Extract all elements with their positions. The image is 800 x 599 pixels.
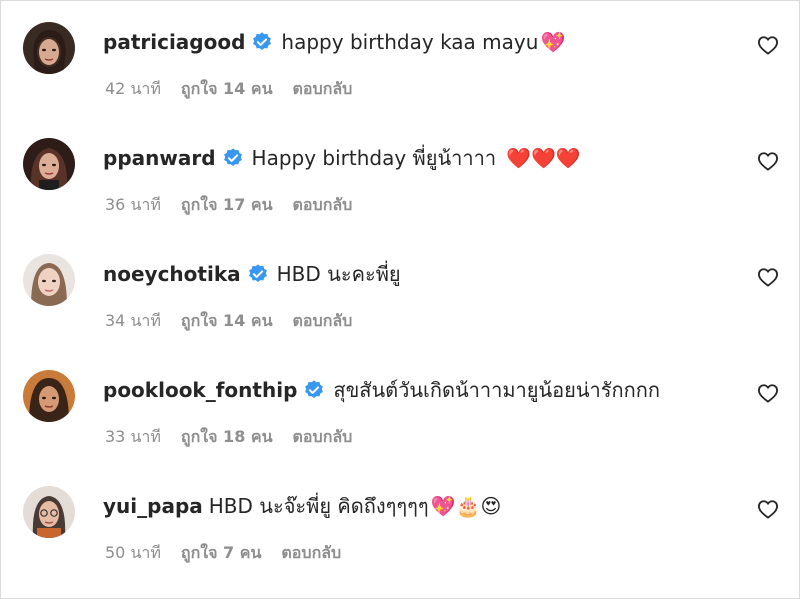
comment-time: 42 นาที — [105, 79, 161, 98]
comment-text: Happy birthday พี่ยูน้าาาา — [251, 146, 497, 170]
verified-badge-icon — [222, 147, 244, 169]
comment-item: ppanward Happy birthday พี่ยูน้าาาา ❤️❤️… — [1, 117, 799, 233]
comment-likes[interactable]: ถูกใจ 14 คน — [181, 77, 273, 102]
heart-outline-icon[interactable] — [757, 267, 779, 287]
avatar[interactable] — [23, 370, 75, 422]
heart-outline-icon[interactable] — [757, 499, 779, 519]
username-link[interactable]: patriciagood — [103, 30, 245, 54]
comment-text: HBD นะคะพี่ยู — [276, 262, 401, 286]
username-link[interactable]: ppanward — [103, 146, 216, 170]
comment-time: 34 นาที — [105, 311, 161, 330]
comment-meta: 42 นาที ถูกใจ 14 คน ตอบกลับ — [105, 77, 372, 102]
username-link[interactable]: yui_papa — [103, 494, 203, 518]
comment-text: HBD นะจ๊ะพี่ยู คิดถึงๆๆๆๆ — [208, 494, 429, 518]
comment-text: happy birthday kaa mayu — [281, 30, 539, 54]
avatar[interactable] — [23, 138, 75, 190]
reply-button[interactable]: ตอบกลับ — [293, 77, 353, 102]
comment-item: noeychotika HBD นะคะพี่ยู 34 นาที ถูกใจ … — [1, 233, 799, 349]
comment-line: pooklook_fonthip สุขสันต์วันเกิดน้าาามาย… — [103, 375, 660, 405]
sparkling-heart-emoji: 💖 — [540, 30, 566, 54]
comment-item: pooklook_fonthip สุขสันต์วันเกิดน้าาามาย… — [1, 349, 799, 465]
reply-button[interactable]: ตอบกลับ — [293, 193, 353, 218]
username-link[interactable]: noeychotika — [103, 262, 241, 286]
heart-outline-icon[interactable] — [757, 383, 779, 403]
comment-meta: 34 นาที ถูกใจ 14 คน ตอบกลับ — [105, 309, 372, 334]
avatar[interactable] — [23, 22, 75, 74]
comment-line: noeychotika HBD นะคะพี่ยู — [103, 259, 401, 289]
reply-button[interactable]: ตอบกลับ — [281, 541, 341, 566]
comment-meta: 33 นาที ถูกใจ 18 คน ตอบกลับ — [105, 425, 372, 450]
comment-likes[interactable]: ถูกใจ 17 คน — [181, 193, 273, 218]
comment-time: 50 นาที — [105, 543, 161, 562]
comment-item: patriciagood happy birthday kaa mayu 💖 4… — [1, 1, 799, 117]
comment-time: 36 นาที — [105, 195, 161, 214]
red-hearts-emoji: ❤️❤️❤️ — [506, 146, 581, 170]
comment-likes[interactable]: ถูกใจ 7 คน — [181, 541, 261, 566]
comments-panel: patriciagood happy birthday kaa mayu 💖 4… — [0, 0, 800, 599]
verified-badge-icon — [303, 379, 325, 401]
comment-meta: 50 นาที ถูกใจ 7 คน ตอบกลับ — [105, 541, 361, 566]
avatar[interactable] — [23, 486, 75, 538]
heart-outline-icon[interactable] — [757, 151, 779, 171]
comment-line: ppanward Happy birthday พี่ยูน้าาาา ❤️❤️… — [103, 143, 581, 173]
comment-time: 33 นาที — [105, 427, 161, 446]
reply-button[interactable]: ตอบกลับ — [293, 425, 353, 450]
verified-badge-icon — [251, 31, 273, 53]
comment-line: patriciagood happy birthday kaa mayu 💖 — [103, 27, 565, 57]
comment-likes[interactable]: ถูกใจ 18 คน — [181, 425, 273, 450]
verified-badge-icon — [247, 263, 269, 285]
reply-button[interactable]: ตอบกลับ — [293, 309, 353, 334]
username-link[interactable]: pooklook_fonthip — [103, 378, 297, 402]
comment-item: yui_papa HBD นะจ๊ะพี่ยู คิดถึงๆๆๆๆ 💖🎂😍 5… — [1, 465, 799, 581]
comment-line: yui_papa HBD นะจ๊ะพี่ยู คิดถึงๆๆๆๆ 💖🎂😍 — [103, 491, 501, 521]
comment-meta: 36 นาที ถูกใจ 17 คน ตอบกลับ — [105, 193, 372, 218]
heart-cake-smile-emoji: 💖🎂😍 — [430, 494, 502, 518]
comment-likes[interactable]: ถูกใจ 14 คน — [181, 309, 273, 334]
heart-outline-icon[interactable] — [757, 35, 779, 55]
avatar[interactable] — [23, 254, 75, 306]
comment-text: สุขสันต์วันเกิดน้าาามายูน้อยน่ารักกกก — [333, 378, 660, 402]
